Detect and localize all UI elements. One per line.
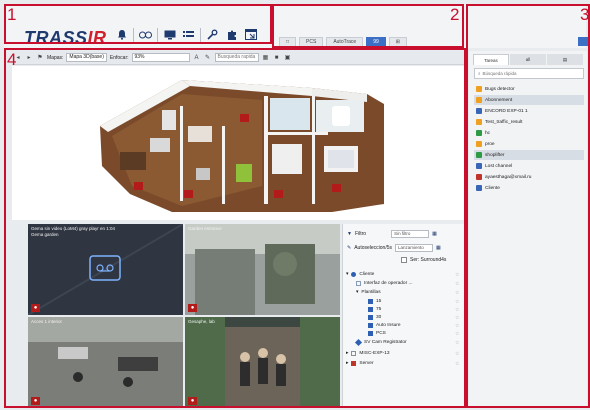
region-frame-4: [4, 48, 466, 408]
region-frame-3: [466, 4, 590, 408]
region-number-4: 4: [7, 50, 17, 69]
region-number-3: 3: [580, 5, 590, 24]
region-number-2: 2: [450, 5, 460, 24]
app-window: TRASSIR □ PCS AutoTrace 99 ⊞ ◂ ▸ ⚑ Mapas…: [0, 0, 590, 410]
region-frame-2: [272, 4, 464, 48]
region-frame-1: [4, 4, 272, 44]
region-number-1: 1: [7, 5, 17, 24]
